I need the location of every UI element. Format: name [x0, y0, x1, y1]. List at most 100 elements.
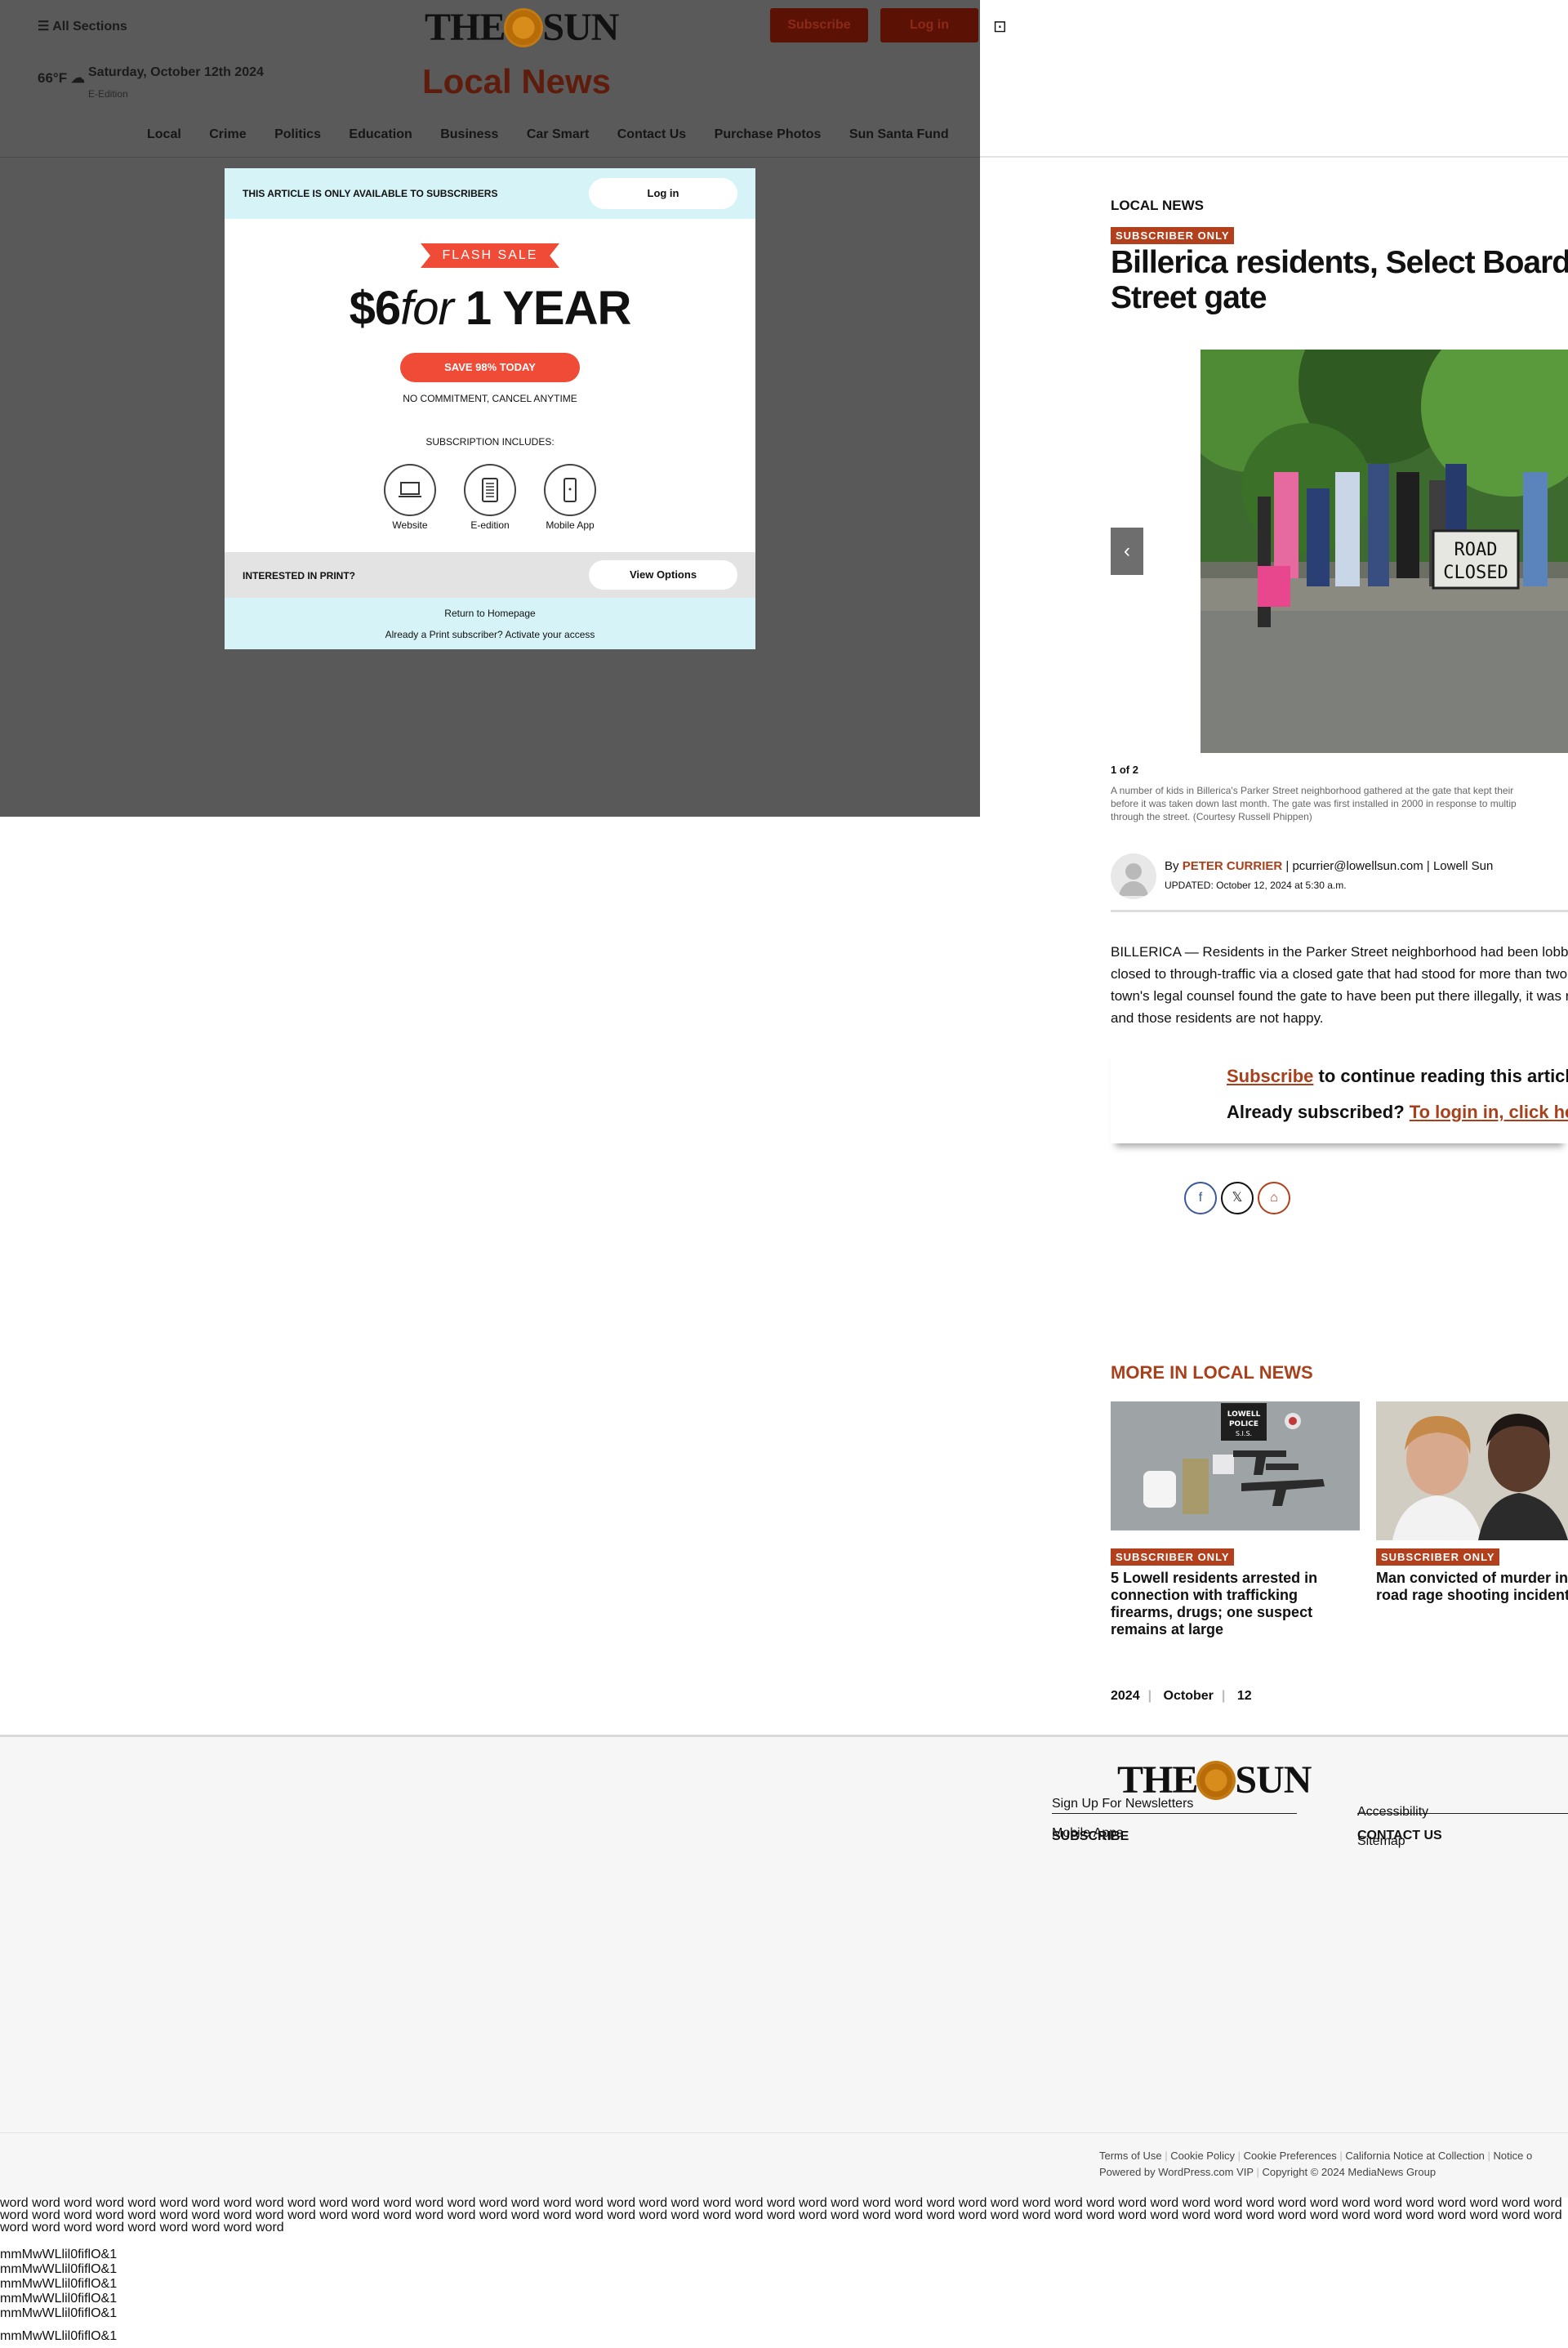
- cookie-policy-link[interactable]: Cookie Policy: [1170, 2150, 1235, 2162]
- more-local-news-title: MORE IN LOCAL NEWS: [1111, 1362, 1313, 1383]
- gift-article-icon[interactable]: ⌂: [1258, 1182, 1290, 1214]
- save-today-button[interactable]: SAVE 98% TODAY: [400, 353, 580, 382]
- include-website: Website: [377, 464, 443, 531]
- laptop-icon: [384, 464, 436, 516]
- sun-logo-icon: [1199, 1763, 1234, 1798]
- nav-item[interactable]: Politics: [274, 127, 321, 141]
- gallery-prev-button[interactable]: ‹: [1111, 528, 1143, 575]
- footer-legal-divider: [0, 2132, 1568, 2133]
- modal-top-band: THIS ARTICLE IS ONLY AVAILABLE TO SUBSCR…: [225, 168, 755, 219]
- date-breadcrumb: 2024 | October | 12: [1111, 1689, 1252, 1703]
- paywall-login-link[interactable]: To login in, click here.: [1410, 1102, 1568, 1122]
- police-sign-line-2: POLICE: [1229, 1420, 1258, 1428]
- modal-bottom-band: Return to Homepage Already a Print subsc…: [225, 598, 755, 649]
- current-date: Saturday, October 12th 2024: [88, 65, 264, 79]
- powered-by-link[interactable]: Powered by WordPress.com VIP: [1099, 2166, 1254, 2178]
- police-sign-line-1: LOWELL: [1227, 1410, 1261, 1419]
- sun-logo-icon: [506, 11, 541, 45]
- breadcrumb-month[interactable]: October: [1164, 1689, 1214, 1703]
- print-subscriber-line: Already a Print subscriber? Activate you…: [385, 629, 595, 640]
- nav-item[interactable]: Sun Santa Fund: [849, 127, 949, 141]
- related-card-image-2[interactable]: [1376, 1401, 1568, 1540]
- footer-subscribe-link[interactable]: SUBSCRIBE: [1052, 1829, 1129, 1844]
- notice-link[interactable]: Notice o: [1494, 2150, 1533, 2162]
- paywall-subscribe-line: Subscribe to continue reading this artic…: [1227, 1066, 1568, 1086]
- powered-copyright: Powered by WordPress.com VIP | Copyright…: [1099, 2166, 1437, 2178]
- font-test-lines: mmMwWLlil0fiflO&1 mmMwWLlil0fiflO&1 mmMw…: [0, 2248, 118, 2343]
- nav-item[interactable]: Education: [349, 127, 412, 141]
- menu-icon: ☰: [38, 20, 53, 33]
- header-subscribe-button[interactable]: Subscribe: [770, 8, 868, 42]
- eedition-link[interactable]: E-Edition: [88, 88, 128, 100]
- subscriber-only-badge: SUBSCRIBER ONLY: [1376, 1548, 1500, 1566]
- legal-links: Terms of Use | Cookie Policy | Cookie Pr…: [1099, 2150, 1533, 2162]
- site-footer: [0, 1735, 1568, 2198]
- phone-icon: [544, 464, 596, 516]
- byline-divider: [1111, 910, 1568, 912]
- nav-item[interactable]: Contact Us: [617, 127, 686, 141]
- police-sign-line-3: S.I.S.: [1236, 1430, 1252, 1437]
- contact-us-link[interactable]: CONTACT US: [1357, 1829, 1442, 1843]
- road-sign-line-2: CLOSED: [1443, 563, 1508, 583]
- updated-timestamp: UPDATED: October 12, 2024 at 5:30 a.m.: [1165, 880, 1347, 891]
- article-photo[interactable]: ROAD CLOSED: [1200, 350, 1568, 753]
- related-card-title-1[interactable]: 5 Lowell residents arrested in connectio…: [1111, 1570, 1360, 1638]
- main-nav: Local Crime Politics Education Business …: [147, 127, 973, 142]
- section-title: Local News: [421, 62, 612, 100]
- paywall-login-line: Already subscribed? To login in, click h…: [1227, 1102, 1568, 1123]
- site-logo[interactable]: THE SUN: [425, 5, 619, 50]
- terms-link[interactable]: Terms of Use: [1099, 2150, 1162, 2162]
- font-test-words: word word word word word word word word …: [0, 2196, 1562, 2234]
- all-sections-button[interactable]: ☰ All Sections: [38, 18, 127, 34]
- accessibility-link[interactable]: Accessibility: [1357, 1805, 1428, 1820]
- header-divider: [980, 156, 1568, 158]
- no-commitment-text: NO COMMITMENT, CANCEL ANYTIME: [403, 393, 577, 404]
- road-sign-line-1: ROAD: [1454, 540, 1498, 560]
- facebook-share-icon[interactable]: f: [1184, 1182, 1217, 1214]
- paywall-box: [1111, 1045, 1568, 1143]
- subscriber-only-badge: SUBSCRIBER ONLY: [1111, 1548, 1235, 1566]
- photo-caption: A number of kids in Billerica's Parker S…: [1111, 785, 1517, 822]
- byline: By PETER CURRIER | pcurrier@lowellsun.co…: [1165, 859, 1494, 873]
- include-eedition: E-edition: [457, 464, 523, 531]
- photo-counter: 1 of 2: [1111, 764, 1138, 776]
- paywall-subscribe-link[interactable]: Subscribe: [1227, 1066, 1313, 1086]
- weather: 66°F ☁: [38, 70, 85, 86]
- footer-logo[interactable]: THE SUN: [1117, 1758, 1312, 1802]
- california-notice-link[interactable]: California Notice at Collection: [1345, 2150, 1485, 2162]
- cookie-preferences-link[interactable]: Cookie Preferences: [1244, 2150, 1337, 2162]
- breadcrumb-year[interactable]: 2024: [1111, 1689, 1140, 1703]
- nav-item[interactable]: Purchase Photos: [715, 127, 822, 141]
- print-options-band: INTERESTED IN PRINT? View Options: [225, 552, 755, 598]
- related-card-title-2[interactable]: Man convicted of murder in road rage sho…: [1376, 1570, 1568, 1604]
- author-avatar: [1111, 853, 1156, 899]
- activate-access-link[interactable]: Activate your access: [505, 629, 595, 640]
- subscriber-only-badge: SUBSCRIBER ONLY: [1111, 227, 1235, 244]
- price-offer: $6for 1 YEAR: [349, 282, 632, 335]
- modal-login-button[interactable]: Log in: [589, 178, 737, 209]
- header-login-button[interactable]: Log in: [880, 8, 978, 42]
- related-card-image-1[interactable]: LOWELL POLICE S.I.S.: [1111, 1401, 1360, 1530]
- author-link[interactable]: PETER CURRIER: [1183, 859, 1283, 873]
- weather-icon: ☁: [67, 70, 85, 86]
- footer-divider: [1357, 1813, 1568, 1814]
- nav-item[interactable]: Car Smart: [527, 127, 589, 141]
- user-icon[interactable]: ⊡: [993, 16, 1007, 37]
- nav-item[interactable]: Crime: [209, 127, 246, 141]
- nav-item[interactable]: Business: [440, 127, 498, 141]
- print-label: INTERESTED IN PRINT?: [243, 570, 356, 581]
- subscription-modal: THIS ARTICLE IS ONLY AVAILABLE TO SUBSCR…: [225, 168, 755, 649]
- include-mobile-app: Mobile App: [537, 464, 603, 531]
- flash-sale-banner: FLASH SALE: [421, 243, 559, 268]
- newspaper-icon: [464, 464, 516, 516]
- article-section-label[interactable]: LOCAL NEWS: [1111, 198, 1204, 214]
- article-headline: Billerica residents, Select Board gr Str…: [1111, 245, 1568, 315]
- subscriber-notice: THIS ARTICLE IS ONLY AVAILABLE TO SUBSCR…: [243, 188, 498, 199]
- x-share-icon[interactable]: 𝕏: [1221, 1182, 1254, 1214]
- article-body: BILLERICA — Residents in the Parker Stre…: [1111, 944, 1568, 1026]
- return-home-link[interactable]: Return to Homepage: [444, 608, 535, 619]
- view-options-button[interactable]: View Options: [589, 560, 737, 590]
- newsletter-signup-link[interactable]: Sign Up For Newsletters: [1052, 1797, 1193, 1811]
- nav-item[interactable]: Local: [147, 127, 181, 141]
- breadcrumb-day[interactable]: 12: [1237, 1689, 1252, 1703]
